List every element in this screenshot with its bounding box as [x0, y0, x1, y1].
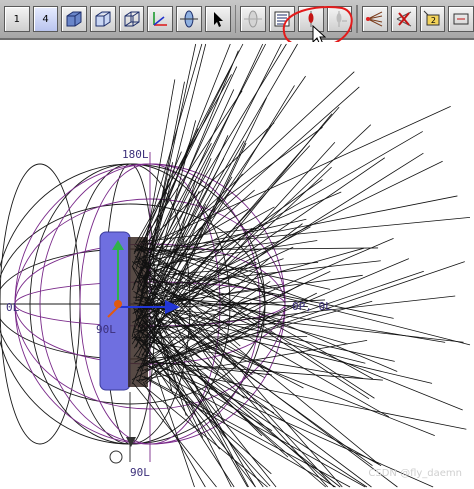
lens-icon	[179, 10, 198, 28]
zoom-2-button[interactable]: 2	[419, 6, 446, 32]
label-center-90l: 90L	[96, 323, 116, 336]
erase-rays-button[interactable]	[390, 6, 417, 32]
optical-system-drawing	[0, 43, 471, 488]
watermark-text: CSDN @fly_daemn	[368, 468, 462, 479]
wire-view-button[interactable]	[90, 6, 116, 32]
view-1-button[interactable]: 1	[4, 6, 30, 32]
ray-line	[142, 325, 264, 488]
zoom-fit-button[interactable]	[448, 6, 474, 32]
toolbar: 1 4 2	[0, 0, 474, 40]
list-icon	[274, 11, 290, 27]
lens-button[interactable]	[176, 6, 202, 32]
gray-ray-icon	[336, 11, 348, 27]
toolbar-separator	[356, 5, 359, 33]
label-top-180l: 180L	[122, 148, 149, 161]
frame-view-button[interactable]	[118, 6, 145, 32]
pointer-icon	[213, 12, 223, 27]
ray-line	[142, 364, 467, 430]
frame-box-icon	[124, 11, 140, 27]
wire-box-icon	[95, 11, 111, 27]
label-right-0p-0l: 0P, 0L	[292, 300, 332, 313]
solid-box-icon	[66, 11, 82, 27]
label-bottom-90l: 90L	[130, 466, 150, 479]
zoom-2-label: 2	[430, 15, 436, 25]
axes-icon	[153, 12, 168, 26]
view-1-label: 1	[13, 13, 21, 25]
ray-fan-icon	[366, 11, 383, 27]
solid-view-button[interactable]	[61, 6, 88, 32]
select-button[interactable]	[204, 6, 231, 32]
lens-disabled-button[interactable]	[240, 6, 267, 32]
origin-marker	[114, 300, 122, 308]
3d-viewport[interactable]: 180L 0L 90L 0P, 0L 90L	[0, 42, 474, 489]
list-button[interactable]	[269, 6, 295, 32]
lens-gray-icon	[244, 10, 263, 28]
ray-fan-button[interactable]	[362, 6, 388, 32]
view-4-button[interactable]: 4	[32, 6, 59, 32]
view-4-label: 4	[42, 13, 49, 25]
ray-line	[133, 333, 235, 488]
toolbar-separator	[234, 5, 237, 33]
label-left-0l: 0L	[6, 301, 20, 314]
zoom-fit-icon	[453, 13, 469, 25]
ray-trace-alt-button[interactable]	[326, 6, 353, 32]
axes-button[interactable]	[147, 6, 174, 32]
pivot-knob-icon	[109, 450, 123, 464]
ray-bundle	[131, 43, 471, 488]
erase-rays-icon	[396, 11, 411, 27]
